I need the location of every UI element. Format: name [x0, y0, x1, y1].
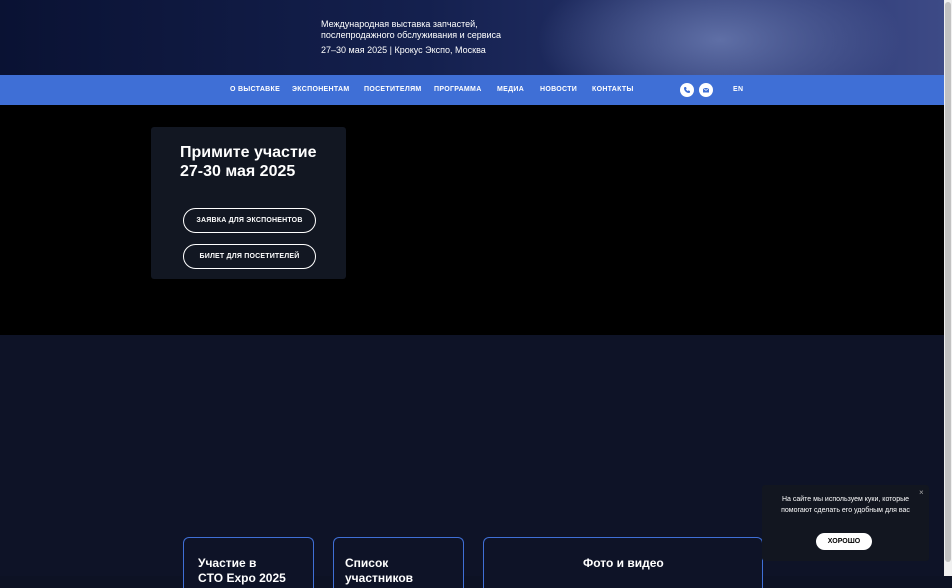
header-banner: Международная выставка запчастей, послеп… [0, 0, 944, 75]
tile-participants-line1: Список [345, 556, 389, 570]
card-title-line2: 27-30 мая 2025 [180, 163, 296, 180]
tile-participation[interactable]: Участие в CTO Expo 2025 [183, 537, 314, 588]
exhibition-tagline-line2: послепродажного обслуживания и сервиса [321, 30, 502, 40]
tile-participation-line2: CTO Expo 2025 [198, 571, 286, 585]
tile-participants-line2: участников [345, 571, 414, 585]
tile-participation-line1: Участие в [198, 556, 257, 570]
participation-card: Примите участие 27-30 мая 2025 ЗАЯВКА ДЛ… [151, 127, 346, 279]
scrollbar-thumb[interactable] [945, 2, 951, 562]
nav-item-visitors[interactable]: ПОСЕТИТЕЛЯМ [364, 86, 422, 93]
tile-photo-video-title: Фото и видео [583, 556, 664, 570]
card-title: Примите участие 27-30 мая 2025 [180, 143, 317, 181]
cookie-accept-button[interactable]: ХОРОШО [816, 533, 872, 550]
language-switch[interactable]: EN [733, 86, 743, 93]
nav-item-about[interactable]: О ВЫСТАВКЕ [230, 86, 280, 93]
main-navigation: О ВЫСТАВКЕ ЭКСПОНЕНТАМ ПОСЕТИТЕЛЯМ ПРОГР… [0, 75, 944, 105]
tile-photo-video[interactable]: Фото и видео [483, 537, 763, 588]
nav-item-news[interactable]: НОВОСТИ [540, 86, 577, 93]
nav-item-program[interactable]: ПРОГРАММА [434, 86, 482, 93]
nav-item-contacts[interactable]: КОНТАКТЫ [592, 86, 634, 93]
page-scrollbar[interactable] [944, 0, 952, 576]
nav-item-media[interactable]: МЕДИА [497, 86, 524, 93]
exhibition-date-location: 27–30 мая 2025 | Крокус Экспо, Москва [321, 45, 486, 55]
nav-item-exhibitors[interactable]: ЭКСПОНЕНТАМ [292, 86, 350, 93]
phone-icon[interactable] [680, 83, 694, 97]
mail-icon[interactable] [699, 83, 713, 97]
exhibitor-application-button[interactable]: ЗАЯВКА ДЛЯ ЭКСПОНЕНТОВ [183, 208, 316, 233]
tile-participants-title: Список участников [345, 556, 413, 586]
cookie-banner: × На сайте мы используем куки, которые п… [762, 485, 929, 561]
card-title-line1: Примите участие [180, 144, 317, 161]
visitor-ticket-button[interactable]: БИЛЕТ ДЛЯ ПОСЕТИТЕЛЕЙ [183, 244, 316, 269]
cookie-message: На сайте мы используем куки, которые пом… [781, 496, 910, 514]
hero-section: Примите участие 27-30 мая 2025 ЗАЯВКА ДЛ… [0, 105, 944, 335]
exhibition-tagline-line1: Международная выставка запчастей, [321, 19, 478, 29]
close-icon[interactable]: × [919, 488, 924, 497]
tile-participation-title: Участие в CTO Expo 2025 [198, 556, 286, 586]
tile-participants-list[interactable]: Список участников [333, 537, 464, 588]
